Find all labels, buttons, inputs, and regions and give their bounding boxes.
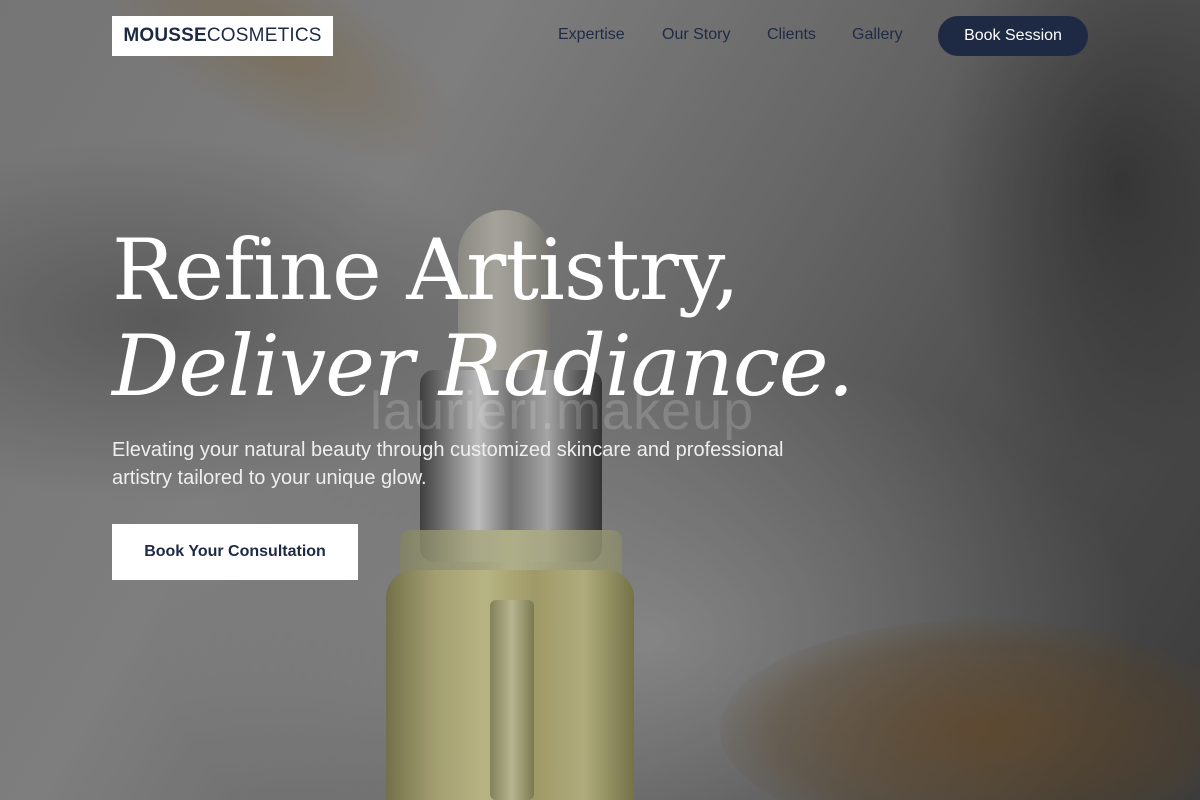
- nav-link-clients[interactable]: Clients: [767, 26, 816, 44]
- hero-title-line1: Refine Artistry,: [112, 221, 740, 319]
- book-consultation-button[interactable]: Book Your Consultation: [112, 524, 358, 580]
- nav-link-our-story[interactable]: Our Story: [662, 26, 730, 44]
- top-nav: MOUSSE COSMETICS Expertise Our Story Clie…: [0, 0, 1200, 72]
- brand-logo[interactable]: MOUSSE COSMETICS: [112, 16, 333, 56]
- logo-bold-text: MOUSSE: [123, 25, 207, 46]
- book-session-button[interactable]: Book Session: [938, 16, 1088, 56]
- nav-link-expertise[interactable]: Expertise: [558, 26, 625, 44]
- hero-title-line2: Deliver Radiance.: [112, 317, 854, 415]
- logo-light-text: COSMETICS: [206, 25, 322, 46]
- hero-subtitle: Elevating your natural beauty through cu…: [112, 439, 784, 489]
- nav-link-gallery[interactable]: Gallery: [852, 26, 903, 44]
